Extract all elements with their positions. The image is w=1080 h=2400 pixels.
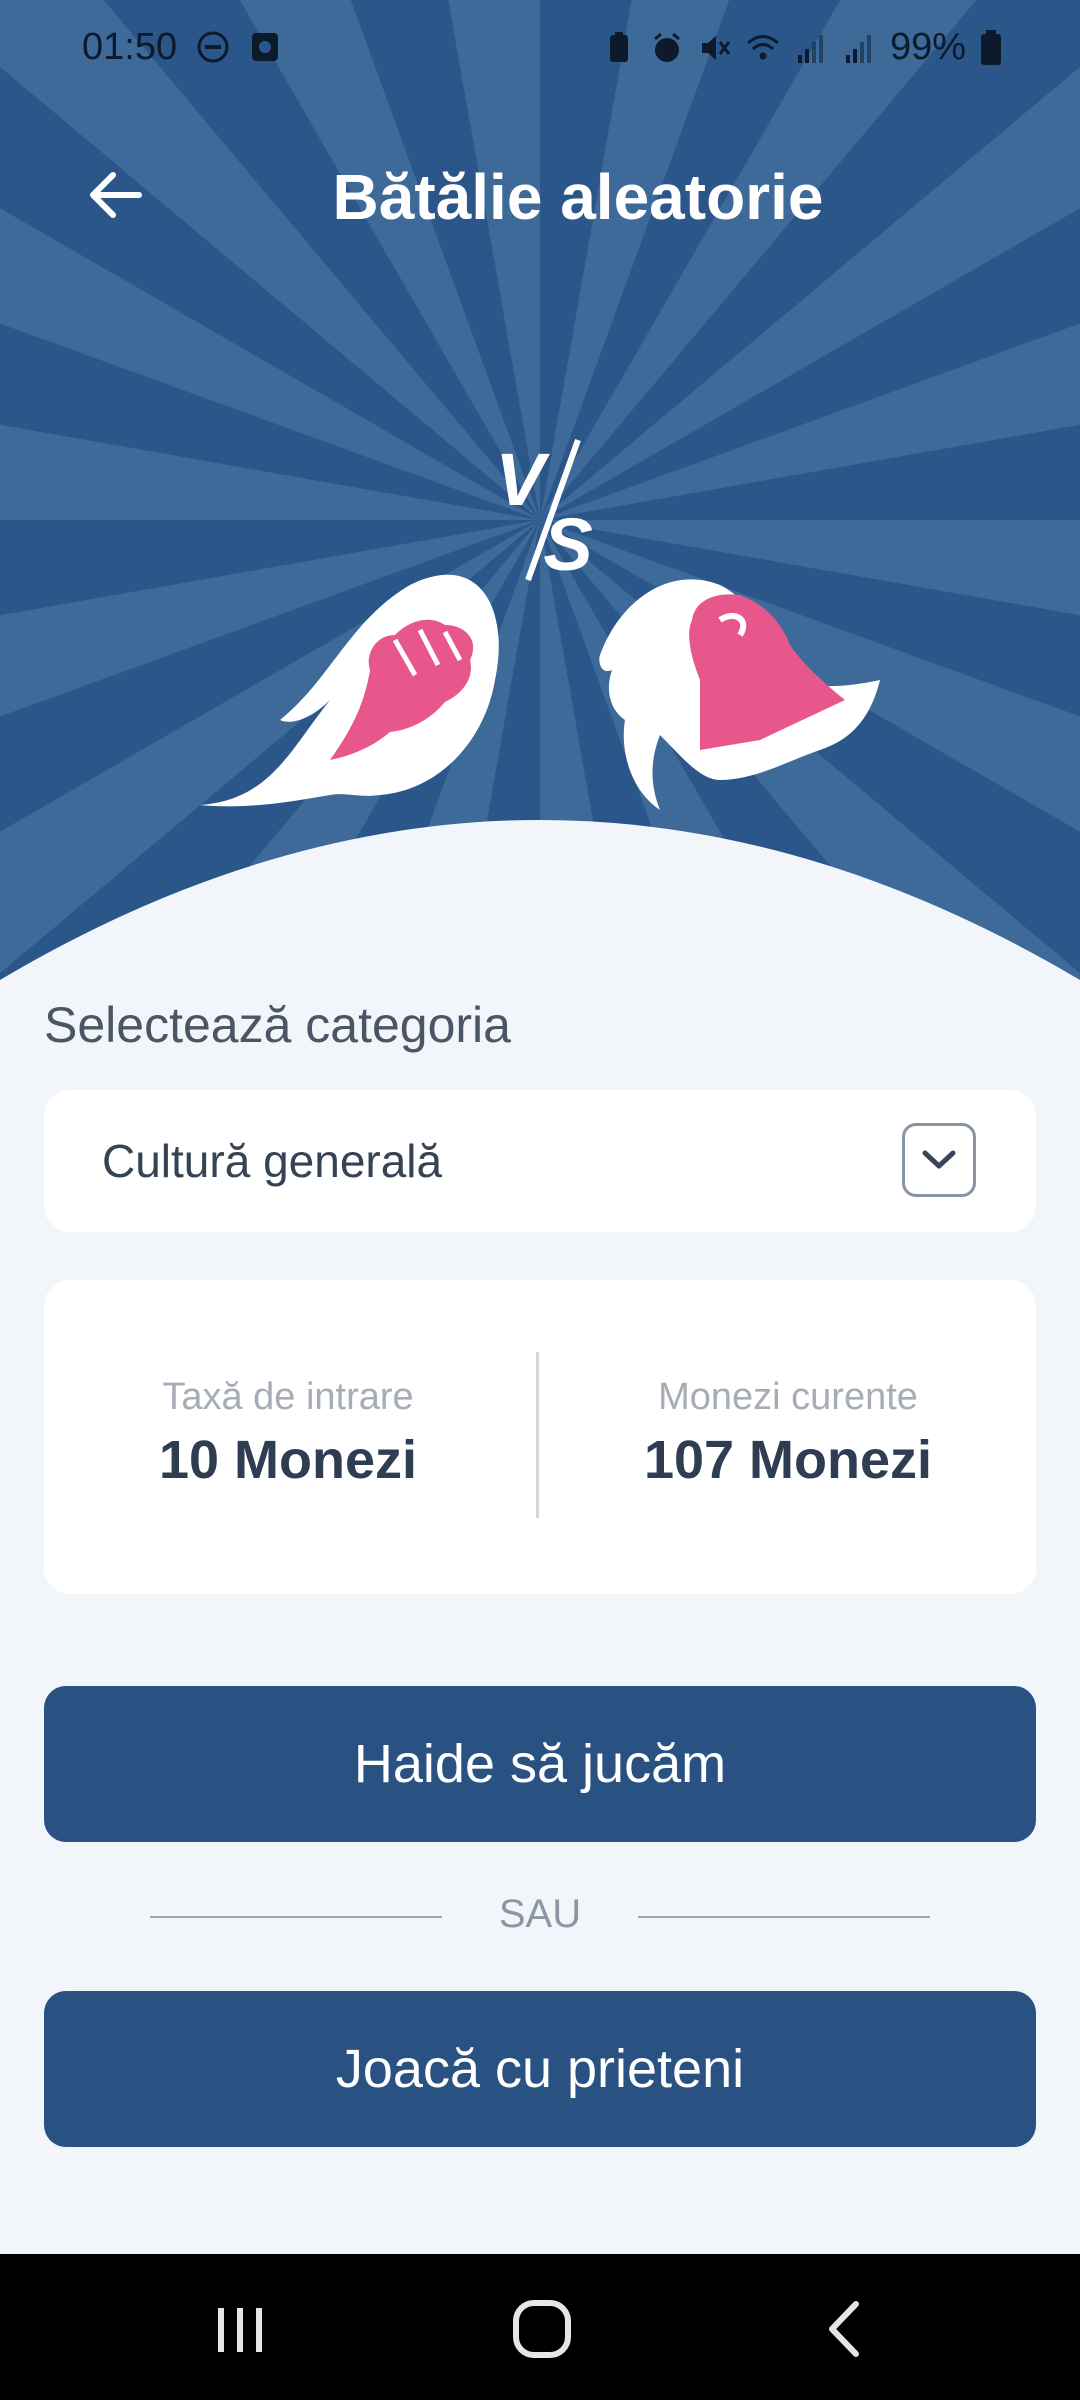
info-divider: [536, 1352, 539, 1518]
dropdown-toggle[interactable]: [902, 1123, 976, 1197]
system-nav-bar: [0, 2254, 1080, 2400]
chevron-down-icon: [922, 1150, 956, 1169]
or-line-right: [638, 1916, 930, 1918]
current-coins-block: Monezi curente 107 Monezi: [540, 1376, 1036, 1491]
vs-logo: V S: [495, 438, 592, 586]
battery-icon: [981, 29, 1001, 65]
current-coins-value: 107 Monezi: [643, 1430, 933, 1490]
status-bar: 01:50 99%: [0, 0, 1080, 100]
screen-record-icon: [252, 33, 278, 61]
svg-text:V: V: [495, 438, 550, 521]
dnd-icon: [197, 31, 229, 63]
fist-fireball-left-icon: [200, 574, 499, 807]
versus-illustration: V S: [200, 438, 880, 810]
entry-fee-label: Taxă de intrare: [162, 1376, 414, 1418]
hero-header: 01:50 99% Bătălie aleatorie V S: [0, 0, 1080, 980]
battery-percent: 99%: [889, 26, 966, 68]
hero-curve-divider: [0, 820, 1080, 980]
signal-icon: [797, 34, 823, 63]
play-with-friends-button[interactable]: Joacă cu prieteni: [44, 1991, 1036, 2147]
coins-info-card: Taxă de intrare 10 Monezi Monezi curente…: [44, 1280, 1036, 1594]
arm-fireball-right-icon: [599, 579, 880, 810]
current-coins-label: Monezi curente: [658, 1376, 918, 1418]
alarm-icon: [653, 32, 680, 62]
mute-icon: [701, 35, 731, 60]
or-separator: SAU: [0, 1888, 1080, 1944]
status-time: 01:50: [82, 26, 178, 68]
battery-saver-icon: [609, 31, 628, 62]
page-title: Bătălie aleatorie: [332, 161, 824, 233]
category-selected-value: Cultură generală: [102, 1135, 443, 1187]
home-icon[interactable]: [502, 2294, 582, 2364]
wifi-icon: [746, 34, 779, 59]
signal-icon-2: [845, 34, 871, 63]
category-dropdown[interactable]: Cultură generală: [44, 1090, 1036, 1232]
play-button[interactable]: Haide să jucăm: [44, 1686, 1036, 1842]
back-chevron-icon[interactable]: [806, 2294, 886, 2364]
or-text: SAU: [498, 1892, 582, 1936]
entry-fee-value: 10 Monezi: [158, 1430, 418, 1490]
entry-fee-block: Taxă de intrare 10 Monezi: [40, 1376, 536, 1491]
category-label: Selectează categoria: [44, 997, 511, 1053]
recents-icon[interactable]: [200, 2294, 280, 2364]
